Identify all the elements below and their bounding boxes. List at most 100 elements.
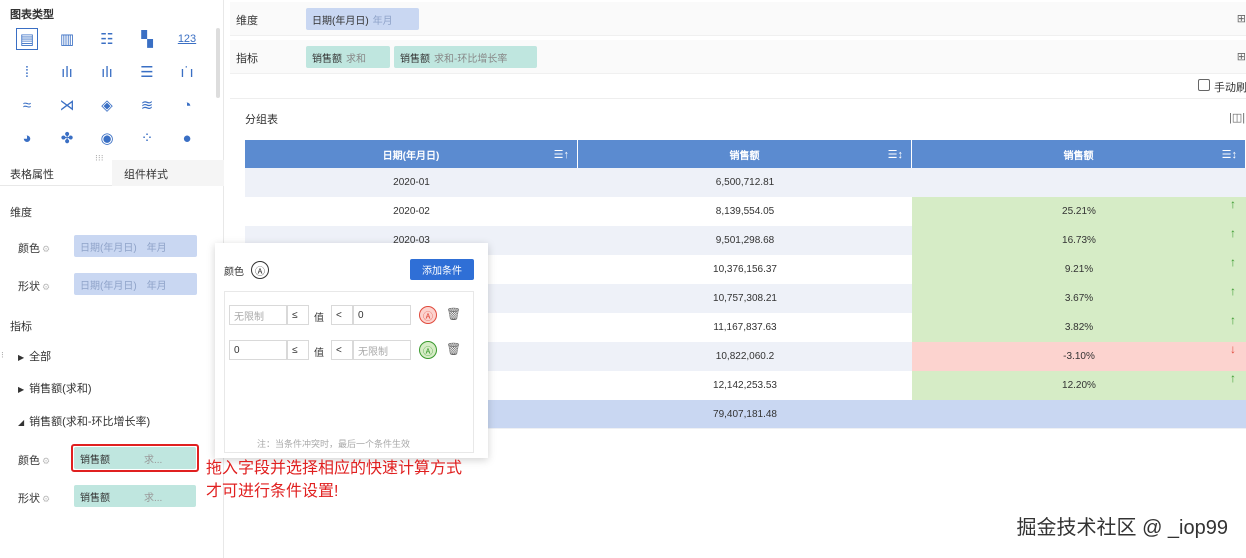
cell-sales: 12,142,253.53 xyxy=(578,371,912,400)
drag-handle-icon[interactable]: ⁝ xyxy=(1,350,4,361)
stacked-bar-icon[interactable]: ılı xyxy=(96,61,118,83)
dim-shape-label: 形状 ⚙ xyxy=(18,281,51,293)
op2-select[interactable]: < xyxy=(331,305,353,325)
ring-icon[interactable]: ◉ xyxy=(96,127,118,149)
arrow-up-icon: ↑ xyxy=(1230,226,1236,240)
settings-icon[interactable]: ⊞ xyxy=(1237,50,1246,63)
cell-sales: 6,500,712.81 xyxy=(578,168,912,197)
add-condition-button[interactable]: 添加条件 xyxy=(410,259,474,280)
tree-item-all[interactable]: ▶ 全部 xyxy=(18,348,51,364)
scatter-icon[interactable]: ⁘ xyxy=(136,127,158,149)
tab-component-style[interactable]: 组件样式 xyxy=(112,160,224,186)
max-input[interactable]: 无限制 xyxy=(353,340,411,360)
cell-growth: 12.20% xyxy=(912,371,1246,400)
dimension-bar-label: 维度 xyxy=(236,15,258,27)
dimension-title: 维度 xyxy=(10,207,32,219)
cell-sales: 11,167,837.63 xyxy=(578,313,912,342)
color-picker-icon[interactable]: Ⓐ xyxy=(251,261,269,279)
grouped-bar-icon[interactable]: ⁞ xyxy=(16,61,38,83)
area-icon[interactable]: ≋ xyxy=(136,94,158,116)
cell-date: 2020-01 xyxy=(245,168,578,197)
metric-field-growth[interactable]: 销售额 求和-环比增长率 xyxy=(394,46,537,68)
property-tabs: 表格属性 组件样式 xyxy=(0,160,224,186)
value-label: 值 xyxy=(314,313,324,324)
metric-bar-label: 指标 xyxy=(236,53,258,65)
cell-growth xyxy=(912,168,1246,197)
line-icon[interactable]: ≈ xyxy=(16,94,38,116)
metric-shape-field[interactable]: 销售额 求... xyxy=(74,485,196,507)
table-row[interactable]: 2020-02 8,139,554.05 25.21% ↑ xyxy=(245,197,1246,226)
op1-select[interactable]: ≤ xyxy=(287,340,309,360)
cell-sales: 10,376,156.37 xyxy=(578,255,912,284)
cell-sales: 10,757,308.21 xyxy=(578,284,912,313)
metric-field-sum[interactable]: 销售额 求和 xyxy=(306,46,390,68)
color-swatch-green-icon[interactable]: Ⓐ xyxy=(419,341,437,359)
caret-down-icon: ◢ xyxy=(18,418,25,427)
tree-item-sales-growth[interactable]: ◢ 销售额(求和-环比增长率) xyxy=(18,413,150,429)
sort-icon[interactable]: ☰↑ xyxy=(554,148,569,161)
op2-select[interactable]: < xyxy=(331,340,353,360)
kpi-icon[interactable]: ▚ xyxy=(136,28,158,50)
sort-icon[interactable]: ☰↕ xyxy=(1222,148,1237,161)
condition-popup: 颜色 Ⓐ 添加条件 无限制 ≤ 值 < 0 Ⓐ 🗑 0 ≤ 值 < 无限制 Ⓐ … xyxy=(215,243,488,458)
gauge-icon[interactable]: ◔ xyxy=(176,94,198,116)
arrow-down-icon: ↓ xyxy=(1230,342,1236,356)
cell-growth: 25.21% xyxy=(912,197,1246,226)
dim-shape-field[interactable]: 日期(年月日) 年月 xyxy=(74,273,197,295)
value-label: 值 xyxy=(314,348,324,359)
max-input[interactable]: 0 xyxy=(353,305,411,325)
min-input[interactable]: 0 xyxy=(229,340,287,360)
arrow-up-icon: ↑ xyxy=(1230,284,1236,298)
cell-sales: 10,822,060.2 xyxy=(578,342,912,371)
cell-date: 2020-02 xyxy=(245,197,578,226)
bar-icon[interactable]: ılı xyxy=(56,61,78,83)
tree-item-sales-sum[interactable]: ▶ 销售额(求和) xyxy=(18,380,91,396)
gear-icon[interactable]: ⚙ xyxy=(42,244,50,254)
dim-color-label: 颜色 ⚙ xyxy=(18,243,51,255)
dim-color-field[interactable]: 日期(年月日) 年月 xyxy=(74,235,197,257)
arrow-up-icon: ↑ xyxy=(1230,313,1236,327)
watermark: 掘金技术社区 @ _iop99 xyxy=(1016,517,1228,539)
radar-icon[interactable]: ⋊ xyxy=(56,94,78,116)
gear-icon[interactable]: ⚙ xyxy=(42,456,50,466)
metric-title: 指标 xyxy=(10,321,32,333)
min-input[interactable]: 无限制 xyxy=(229,305,287,325)
manual-refresh-checkbox[interactable] xyxy=(1198,79,1210,91)
cell-sales: 8,139,554.05 xyxy=(578,197,912,226)
delete-icon[interactable]: 🗑 xyxy=(446,342,461,356)
gear-icon[interactable]: ⚙ xyxy=(42,282,50,292)
bubble-icon[interactable]: ● xyxy=(176,127,198,149)
dimension-field[interactable]: 日期(年月日) 年月 xyxy=(306,8,419,30)
polar-icon[interactable]: ◈ xyxy=(96,94,118,116)
arrow-up-icon: ↑ xyxy=(1230,371,1236,385)
horizontal-bar-icon[interactable]: ☰ xyxy=(136,61,158,83)
header-sales[interactable]: 销售额 ☰↕ xyxy=(578,140,912,168)
rose-icon[interactable]: ✤ xyxy=(56,127,78,149)
op1-select[interactable]: ≤ xyxy=(287,305,309,325)
metric-shape-label: 形状 ⚙ xyxy=(18,493,51,505)
tab-table-props[interactable]: 表格属性 xyxy=(10,166,54,182)
waterfall-icon[interactable]: ı˙ı xyxy=(176,61,198,83)
cell-growth: -3.10% xyxy=(912,342,1246,371)
header-date[interactable]: 日期(年月日) ☰↑ xyxy=(245,140,578,168)
table-row[interactable]: 2020-01 6,500,712.81 xyxy=(245,168,1246,197)
sort-icon[interactable]: ☰↕ xyxy=(888,148,903,161)
scrollbar[interactable] xyxy=(216,28,220,98)
popup-color-label: 颜色 xyxy=(224,267,244,278)
pie-icon[interactable]: ◕ xyxy=(16,127,38,149)
table-icon[interactable]: ▤ xyxy=(16,28,38,50)
detail-table-icon[interactable]: ☷ xyxy=(96,28,118,50)
number-icon[interactable]: 123 xyxy=(176,28,198,50)
column-width-icon[interactable]: |◫| xyxy=(1229,111,1245,124)
settings-icon[interactable]: ⊞ xyxy=(1237,12,1246,25)
gear-icon[interactable]: ⚙ xyxy=(42,494,50,504)
color-swatch-red-icon[interactable]: Ⓐ xyxy=(419,306,437,324)
cell-growth: 3.82% xyxy=(912,313,1246,342)
metric-color-field[interactable]: 销售额 求... xyxy=(74,447,196,469)
header-growth[interactable]: 销售额 ☰↕ xyxy=(912,140,1246,168)
delete-icon[interactable]: 🗑 xyxy=(446,307,461,321)
conflict-note: 注：当条件冲突时，最后一个条件生效 xyxy=(257,439,411,449)
cross-table-icon[interactable]: ▥ xyxy=(56,28,78,50)
cell-sales: 9,501,298.68 xyxy=(578,226,912,255)
annotation-line2: 才可进行条件设置! xyxy=(206,483,339,500)
